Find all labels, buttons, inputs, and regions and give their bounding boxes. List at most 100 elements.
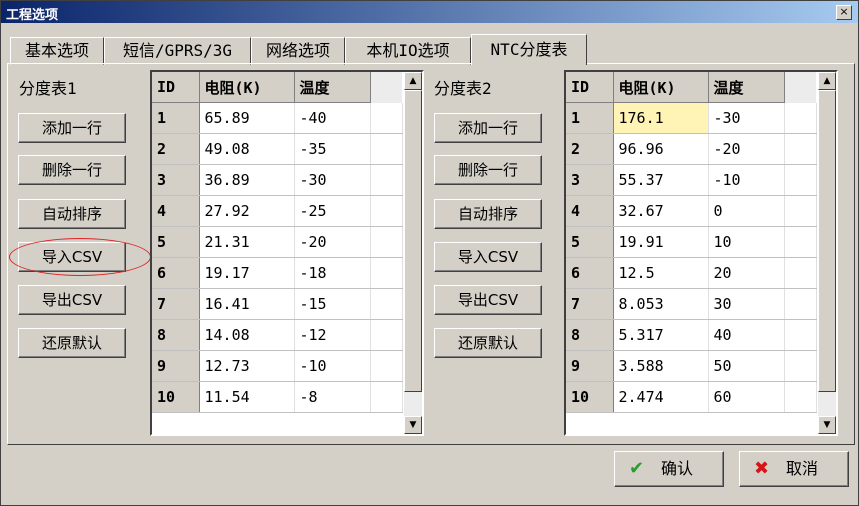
table1-grid[interactable]: ID 电阻(K) 温度 1 65.89 -40 2 49.08 -35 3 36.89 -3… — [150, 70, 424, 436]
resistance-cell[interactable]: 19.91 — [613, 226, 709, 258]
temperature-cell[interactable]: 20 — [708, 257, 785, 289]
resistance-cell[interactable]: 49.08 — [199, 133, 295, 165]
resistance-cell[interactable]: 5.317 — [613, 319, 709, 351]
table-row[interactable]: 4 32.67 0 — [566, 195, 817, 227]
table-row[interactable]: 9 12.73 -10 — [152, 350, 403, 382]
temperature-cell[interactable]: -40 — [294, 102, 371, 134]
scroll-up-icon[interactable]: ▲ — [404, 72, 422, 90]
table2-restore-default-button[interactable]: 还原默认 — [434, 328, 542, 358]
tab-network[interactable]: 网络选项 — [251, 37, 345, 65]
table-row[interactable]: 2 96.96 -20 — [566, 133, 817, 165]
resistance-cell[interactable]: 19.17 — [199, 257, 295, 289]
empty-cell — [370, 195, 403, 227]
resistance-cell[interactable]: 12.73 — [199, 350, 295, 382]
temperature-cell[interactable]: -20 — [294, 226, 371, 258]
table1-add-row-button[interactable]: 添加一行 — [18, 113, 126, 143]
confirm-button[interactable]: ✔ 确认 — [614, 451, 724, 487]
resistance-cell[interactable]: 11.54 — [199, 381, 295, 413]
temperature-cell[interactable]: -18 — [294, 257, 371, 289]
header-filler — [784, 72, 816, 103]
table-row[interactable]: 3 55.37 -10 — [566, 164, 817, 196]
tab-ntc-table[interactable]: NTC分度表 — [471, 34, 587, 65]
table2-add-row-button[interactable]: 添加一行 — [434, 113, 542, 143]
table2-auto-sort-button[interactable]: 自动排序 — [434, 199, 542, 229]
table-row[interactable]: 8 14.08 -12 — [152, 319, 403, 351]
table2-delete-row-button[interactable]: 删除一行 — [434, 155, 542, 185]
table-row[interactable]: 2 49.08 -35 — [152, 133, 403, 165]
temperature-cell[interactable]: 30 — [708, 288, 785, 320]
table2-grid[interactable]: ID 电阻(K) 温度 1 176.1 -30 2 96.96 -20 3 55.37 -1… — [564, 70, 838, 436]
resistance-cell[interactable]: 36.89 — [199, 164, 295, 196]
resistance-cell[interactable]: 14.08 — [199, 319, 295, 351]
table1-restore-default-button[interactable]: 还原默认 — [18, 328, 126, 358]
temperature-cell[interactable]: 10 — [708, 226, 785, 258]
row-id: 4 — [152, 195, 200, 227]
resistance-cell[interactable]: 65.89 — [199, 102, 295, 134]
scroll-down-icon[interactable]: ▼ — [404, 416, 422, 434]
table-row[interactable]: 5 19.91 10 — [566, 226, 817, 258]
temperature-cell[interactable]: 50 — [708, 350, 785, 382]
resistance-cell[interactable]: 32.67 — [613, 195, 709, 227]
temperature-cell[interactable]: -35 — [294, 133, 371, 165]
temperature-cell[interactable]: -20 — [708, 133, 785, 165]
resistance-cell[interactable]: 21.31 — [199, 226, 295, 258]
column-header-resistance[interactable]: 电阻(K) — [613, 72, 709, 103]
table-row[interactable]: 7 8.053 30 — [566, 288, 817, 320]
scroll-thumb[interactable] — [404, 90, 422, 392]
tab-sms-gprs-3g[interactable]: 短信/GPRS/3G — [104, 37, 251, 65]
table-row[interactable]: 4 27.92 -25 — [152, 195, 403, 227]
table-row[interactable]: 5 21.31 -20 — [152, 226, 403, 258]
resistance-cell[interactable]: 2.474 — [613, 381, 709, 413]
table2-import-csv-button[interactable]: 导入CSV — [434, 242, 542, 272]
temperature-cell[interactable]: 0 — [708, 195, 785, 227]
temperature-cell[interactable]: 40 — [708, 319, 785, 351]
resistance-cell[interactable]: 96.96 — [613, 133, 709, 165]
table-row[interactable]: 6 19.17 -18 — [152, 257, 403, 289]
resistance-cell[interactable]: 27.92 — [199, 195, 295, 227]
temperature-cell[interactable]: -30 — [708, 102, 785, 134]
resistance-cell[interactable]: 3.588 — [613, 350, 709, 382]
table1-scrollbar[interactable]: ▲ ▼ — [404, 72, 422, 434]
table-row[interactable]: 1 65.89 -40 — [152, 102, 403, 134]
temperature-cell[interactable]: -15 — [294, 288, 371, 320]
resistance-cell[interactable]: 55.37 — [613, 164, 709, 196]
table-row[interactable]: 10 2.474 60 — [566, 381, 817, 413]
resistance-cell-selected[interactable]: 176.1 — [613, 102, 709, 134]
temperature-cell[interactable]: 60 — [708, 381, 785, 413]
table-row[interactable]: 10 11.54 -8 — [152, 381, 403, 413]
temperature-cell[interactable]: -10 — [294, 350, 371, 382]
check-icon: ✔ — [629, 458, 645, 479]
table-row[interactable]: 6 12.5 20 — [566, 257, 817, 289]
temperature-cell[interactable]: -25 — [294, 195, 371, 227]
column-header-id[interactable]: ID — [566, 72, 614, 103]
table1-auto-sort-button[interactable]: 自动排序 — [18, 199, 126, 229]
table1-delete-row-button[interactable]: 删除一行 — [18, 155, 126, 185]
resistance-cell[interactable]: 12.5 — [613, 257, 709, 289]
column-header-id[interactable]: ID — [152, 72, 200, 103]
cancel-button[interactable]: ✖ 取消 — [739, 451, 849, 487]
resistance-cell[interactable]: 8.053 — [613, 288, 709, 320]
tab-basic[interactable]: 基本选项 — [10, 37, 104, 65]
table-row[interactable]: 8 5.317 40 — [566, 319, 817, 351]
table2-export-csv-button[interactable]: 导出CSV — [434, 285, 542, 315]
temperature-cell[interactable]: -12 — [294, 319, 371, 351]
table1-export-csv-button[interactable]: 导出CSV — [18, 285, 126, 315]
column-header-temperature[interactable]: 温度 — [294, 72, 371, 103]
table-row[interactable]: 7 16.41 -15 — [152, 288, 403, 320]
close-icon[interactable]: × — [836, 5, 852, 20]
tab-local-io[interactable]: 本机IO选项 — [345, 37, 471, 65]
column-header-temperature[interactable]: 温度 — [708, 72, 785, 103]
table-row[interactable]: 1 176.1 -30 — [566, 102, 817, 134]
column-header-resistance[interactable]: 电阻(K) — [199, 72, 295, 103]
row-id: 3 — [566, 164, 614, 196]
temperature-cell[interactable]: -8 — [294, 381, 371, 413]
table-row[interactable]: 3 36.89 -30 — [152, 164, 403, 196]
table2-scrollbar[interactable]: ▲ ▼ — [818, 72, 836, 434]
scroll-down-icon[interactable]: ▼ — [818, 416, 836, 434]
temperature-cell[interactable]: -10 — [708, 164, 785, 196]
temperature-cell[interactable]: -30 — [294, 164, 371, 196]
scroll-up-icon[interactable]: ▲ — [818, 72, 836, 90]
scroll-thumb[interactable] — [818, 90, 836, 392]
resistance-cell[interactable]: 16.41 — [199, 288, 295, 320]
table-row[interactable]: 9 3.588 50 — [566, 350, 817, 382]
